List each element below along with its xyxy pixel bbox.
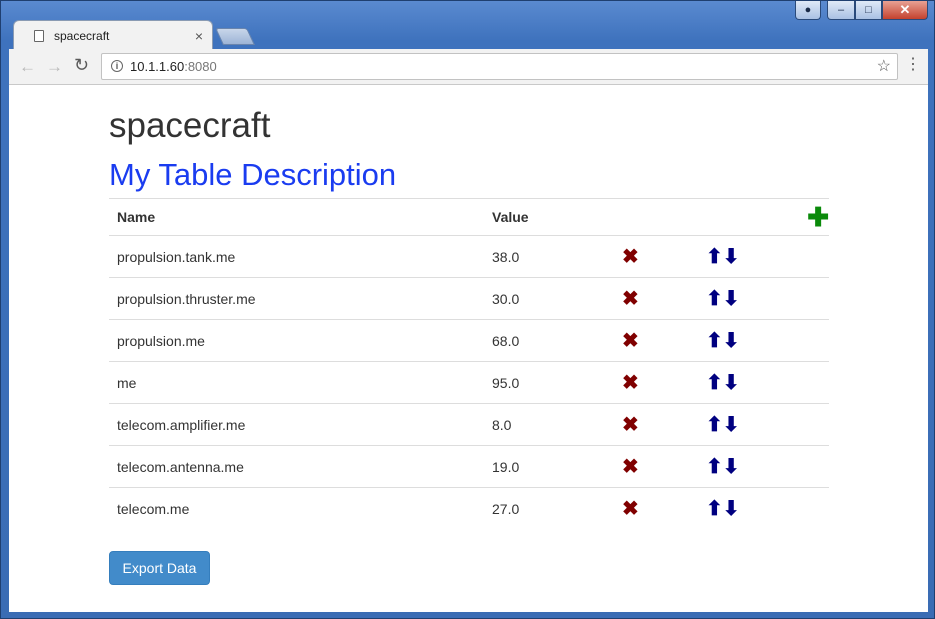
row-value: 95.0 [484, 361, 612, 404]
arrow-down-icon[interactable]: ⬇ [723, 246, 740, 268]
row-name: propulsion.me [109, 319, 484, 362]
name-column-header: Name [109, 198, 484, 236]
table-row: propulsion.me 68.0 ✖ ⬆⬇ [109, 319, 829, 362]
x-icon[interactable]: ✖ [622, 288, 639, 310]
bookmark-star-icon[interactable]: ☆ [877, 56, 891, 76]
arrow-up-icon[interactable]: ⬆ [706, 330, 723, 352]
x-icon[interactable]: ✖ [622, 414, 639, 436]
row-value: 38.0 [484, 235, 612, 278]
row-value: 30.0 [484, 277, 612, 320]
arrow-down-icon[interactable]: ⬇ [723, 288, 740, 310]
delete-cell: ✖ [612, 403, 698, 446]
delete-cell: ✖ [612, 235, 698, 278]
move-cell: ⬆⬇ [698, 235, 829, 278]
arrow-up-icon[interactable]: ⬆ [706, 456, 723, 478]
x-icon[interactable]: ✖ [622, 246, 639, 268]
x-icon[interactable]: ✖ [622, 372, 639, 394]
minimize-button[interactable]: – [827, 1, 855, 20]
delete-column-header [612, 198, 698, 236]
table-row: telecom.me 27.0 ✖ ⬆⬇ [109, 487, 829, 529]
arrow-down-icon[interactable]: ⬇ [723, 330, 740, 352]
move-cell: ⬆⬇ [698, 487, 829, 529]
arrow-down-icon[interactable]: ⬇ [723, 498, 740, 520]
page-icon [34, 30, 44, 42]
close-window-button[interactable]: ✕ [882, 1, 928, 20]
delete-cell: ✖ [612, 445, 698, 488]
value-column-header: Value [484, 198, 612, 236]
address-bar[interactable]: i 10.1.1.60:8080 ☆ [101, 53, 898, 80]
url-port: :8080 [184, 59, 217, 74]
plus-icon[interactable]: ✚ [807, 204, 829, 230]
row-name: me [109, 361, 484, 404]
page-content: spacecraft My Table Description Name Val… [9, 85, 928, 612]
table-header-row: Name Value ✚ [109, 198, 829, 236]
move-cell: ⬆⬇ [698, 277, 829, 320]
app-title: spacecraft [109, 106, 271, 145]
table-row: me 95.0 ✖ ⬆⬇ [109, 361, 829, 404]
move-cell: ⬆⬇ [698, 445, 829, 488]
delete-cell: ✖ [612, 361, 698, 404]
browser-window: ● – □ ✕ spacecraft × ← → ↻ i 10.1.1.60:8… [0, 0, 935, 619]
table-row: telecom.amplifier.me 8.0 ✖ ⬆⬇ [109, 403, 829, 446]
row-value: 68.0 [484, 319, 612, 362]
row-value: 27.0 [484, 487, 612, 529]
arrow-down-icon[interactable]: ⬇ [723, 414, 740, 436]
maximize-button[interactable]: □ [855, 1, 882, 20]
x-icon[interactable]: ✖ [622, 498, 639, 520]
table-row: telecom.antenna.me 19.0 ✖ ⬆⬇ [109, 445, 829, 488]
export-data-button[interactable]: Export Data [109, 551, 210, 585]
tab-title: spacecraft [54, 29, 110, 43]
row-value: 8.0 [484, 403, 612, 446]
row-name: telecom.amplifier.me [109, 403, 484, 446]
row-name: propulsion.thruster.me [109, 277, 484, 320]
arrow-down-icon[interactable]: ⬇ [723, 372, 740, 394]
row-name: telecom.me [109, 487, 484, 529]
arrow-down-icon[interactable]: ⬇ [723, 456, 740, 478]
x-icon[interactable]: ✖ [622, 330, 639, 352]
new-tab-button[interactable] [215, 28, 255, 45]
move-cell: ⬆⬇ [698, 361, 829, 404]
browser-tab[interactable]: spacecraft × [13, 20, 213, 49]
row-name: propulsion.tank.me [109, 235, 484, 278]
arrow-up-icon[interactable]: ⬆ [706, 414, 723, 436]
row-name: telecom.antenna.me [109, 445, 484, 488]
arrow-up-icon[interactable]: ⬆ [706, 498, 723, 520]
delete-cell: ✖ [612, 487, 698, 529]
add-column-header: ✚ [698, 198, 829, 236]
menu-dots-icon[interactable]: ⋮ [905, 57, 921, 73]
table-row: propulsion.tank.me 38.0 ✖ ⬆⬇ [109, 235, 829, 278]
delete-cell: ✖ [612, 319, 698, 362]
data-table: Name Value ✚ propulsion.tank.me 38.0 ✖ ⬆⬇ pr… [109, 198, 829, 529]
info-icon[interactable]: i [111, 60, 123, 72]
person-icon: ● [804, 4, 812, 16]
profile-button[interactable]: ● [795, 1, 821, 20]
move-cell: ⬆⬇ [698, 403, 829, 446]
reload-icon[interactable]: ↻ [74, 55, 89, 76]
arrow-up-icon[interactable]: ⬆ [706, 288, 723, 310]
arrow-up-icon[interactable]: ⬆ [706, 372, 723, 394]
arrow-up-icon[interactable]: ⬆ [706, 246, 723, 268]
browser-toolbar: ← → ↻ i 10.1.1.60:8080 ☆ ⋮ [9, 49, 928, 85]
back-arrow-icon[interactable]: ← [19, 57, 36, 77]
tab-close-icon[interactable]: × [195, 28, 203, 44]
forward-arrow-icon[interactable]: → [46, 57, 63, 77]
url-text[interactable]: 10.1.1.60:8080 [130, 59, 217, 74]
table-title: My Table Description [109, 157, 397, 192]
row-value: 19.0 [484, 445, 612, 488]
delete-cell: ✖ [612, 277, 698, 320]
move-cell: ⬆⬇ [698, 319, 829, 362]
table-row: propulsion.thruster.me 30.0 ✖ ⬆⬇ [109, 277, 829, 320]
url-host: 10.1.1.60 [130, 59, 185, 74]
x-icon[interactable]: ✖ [622, 456, 639, 478]
